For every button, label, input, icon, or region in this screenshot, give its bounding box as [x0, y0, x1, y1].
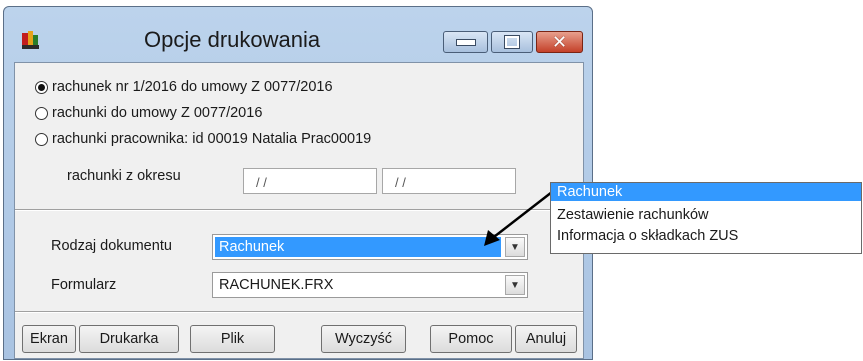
annotation-arrow-icon: [484, 191, 553, 246]
dropdown-option[interactable]: Informacja o składkach ZUS: [551, 226, 861, 247]
option-single-invoice[interactable]: rachunek nr 1/2016 do umowy Z 0077/2016: [35, 79, 333, 95]
close-icon: ✕: [551, 31, 568, 53]
clear-button-label: Wyczyść: [334, 331, 393, 347]
cancel-button[interactable]: Anuluj: [515, 325, 577, 353]
printer-button-label: Drukarka: [99, 331, 159, 347]
screen-button-label: Ekran: [30, 331, 68, 347]
divider: [15, 311, 583, 313]
option-label: rachunki do umowy Z 0077/2016: [52, 105, 263, 121]
maximize-button[interactable]: [491, 31, 533, 53]
option-label: rachunek nr 1/2016 do umowy Z 0077/2016: [52, 79, 333, 95]
minimize-icon: [455, 38, 476, 46]
radio-button[interactable]: [35, 132, 48, 146]
dropdown-option[interactable]: Zestawienie rachunków: [551, 205, 861, 226]
cancel-button-label: Anuluj: [525, 331, 567, 347]
chevron-down-icon[interactable]: ▼: [505, 275, 525, 295]
printer-button[interactable]: Drukarka: [79, 325, 179, 353]
doc-type-label: Rodzaj dokumentu: [51, 238, 172, 254]
help-button-label: Pomoc: [448, 331, 494, 347]
doc-type-value: Rachunek: [215, 237, 501, 257]
doc-type-select[interactable]: Rachunek ▼: [212, 234, 528, 260]
period-label: rachunki z okresu: [67, 168, 181, 184]
radio-button-checked[interactable]: [35, 80, 48, 94]
date-from-field[interactable]: / /: [243, 168, 377, 194]
option-employee-invoices[interactable]: rachunki pracownika: id 00019 Natalia Pr…: [35, 131, 371, 147]
form-label: Formularz: [51, 277, 117, 293]
app-icon: [20, 29, 42, 51]
dropdown-option[interactable]: Rachunek: [551, 183, 861, 201]
file-button[interactable]: Plik: [190, 325, 275, 353]
form-select[interactable]: RACHUNEK.FRX ▼: [212, 272, 528, 298]
screen-button[interactable]: Ekran: [22, 325, 76, 353]
form-value: RACHUNEK.FRX: [219, 277, 334, 293]
radio-button[interactable]: [35, 106, 48, 120]
print-options-window: Opcje drukowania ✕ rachunek nr 1/2016 do…: [3, 6, 593, 360]
help-button[interactable]: Pomoc: [430, 325, 512, 353]
maximize-icon: [504, 35, 520, 49]
window-title: Opcje drukowania: [144, 27, 321, 52]
clear-button[interactable]: Wyczyść: [321, 325, 406, 353]
file-button-label: Plik: [220, 331, 245, 347]
minimize-button[interactable]: [443, 31, 488, 53]
option-contract-invoices[interactable]: rachunki do umowy Z 0077/2016: [35, 105, 262, 121]
close-button[interactable]: ✕: [536, 31, 583, 53]
doc-type-dropdown-list: Rachunek Zestawienie rachunków Informacj…: [550, 182, 862, 254]
title-bar[interactable]: Opcje drukowania ✕: [4, 7, 592, 62]
option-label: rachunki pracownika: id 00019 Natalia Pr…: [52, 131, 372, 147]
